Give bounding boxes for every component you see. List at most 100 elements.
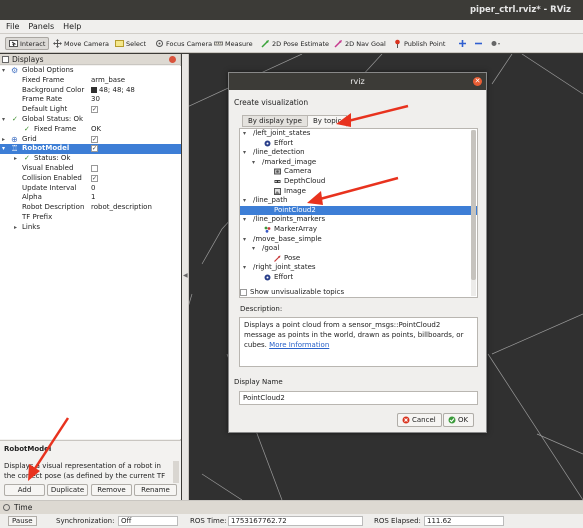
collapse-arrow-icon[interactable]: ▾ [252,158,255,168]
tab-by-topic[interactable]: By topic [307,115,348,127]
tree-row-fixed-frame[interactable]: Fixed Frame arm_base [0,76,181,86]
collapse-arrow-icon[interactable]: ▾ [243,129,246,139]
topic-row-goal[interactable]: ▾ /goal [240,244,477,254]
fixed-frame-value[interactable]: arm_base [91,76,125,86]
cancel-button[interactable]: Cancel [397,413,442,427]
robot-model-checkbox[interactable]: ✓ [91,145,98,153]
pause-button[interactable]: Pause [8,516,37,526]
default-light-checkbox[interactable]: ✓ [91,106,98,114]
tree-row-default-light[interactable]: Default Light ✓ [0,105,181,115]
topic-row-pose[interactable]: Pose [240,254,477,264]
scrollbar-thumb[interactable] [471,130,476,280]
more-information-link[interactable]: More Information [269,341,329,349]
collapse-arrow-icon[interactable]: ▾ [2,66,5,76]
tree-row-links[interactable]: ▸ Links [0,223,181,233]
show-unvisualizable-checkbox[interactable] [240,289,247,296]
topic-row-line-detection[interactable]: ▾ /line_detection [240,148,477,158]
topic-row-markerarray[interactable]: MarkerArray [240,225,477,235]
description-text: Displays a visual representation of a ro… [4,462,166,480]
grid-checkbox[interactable]: ✓ [91,135,98,143]
tree-row-background-color[interactable]: Background Color 48; 48; 48 [0,86,181,96]
tree-row-tf-prefix[interactable]: TF Prefix [0,213,181,223]
tree-row-alpha[interactable]: Alpha 1 [0,193,181,203]
ok-button[interactable]: OK [443,413,475,427]
time-controls: Pause Synchronization: Off ROS Time: 175… [0,514,583,528]
expand-arrow-icon[interactable]: ▸ [14,223,17,233]
topic-row-depthcloud[interactable]: DepthCloud [240,177,477,187]
description-label: Description: [240,305,283,313]
ros-elapsed-field: 111.62 [424,516,504,526]
collapse-arrow-icon[interactable]: ▾ [243,148,246,158]
topic-row-effort-left[interactable]: Effort [240,139,477,149]
close-panel-icon[interactable] [169,56,176,63]
nav-goal-tool-button[interactable]: 2D Nav Goal [334,37,386,50]
update-interval-value[interactable]: 0 [91,184,95,194]
topic-row-line-path[interactable]: ▾ /line_path [240,196,477,206]
status-ok-icon: ✓ [24,124,30,133]
menu-help[interactable]: Help [57,20,84,31]
display-name-input[interactable]: PointCloud2 [239,391,478,405]
topic-row-effort-right[interactable]: Effort [240,273,477,283]
topic-row-line-points-markers[interactable]: ▾ /line_points_markers [240,215,477,225]
topic-row-move-base-simple[interactable]: ▾ /move_base_simple [240,235,477,245]
collapse-arrow-icon[interactable]: ▾ [2,115,5,125]
duplicate-button[interactable]: Duplicate [47,484,88,496]
interact-tool-button[interactable]: Interact [5,37,50,50]
robot-description-value[interactable]: robot_description [91,203,152,213]
cancel-icon [402,416,410,424]
tab-by-display-type[interactable]: By display type [242,115,308,127]
background-color-value[interactable]: 48; 48; 48 [91,86,135,96]
collapse-arrow-icon[interactable]: ▾ [243,235,246,245]
close-icon[interactable]: ✕ [473,77,482,86]
topic-row-marked-image[interactable]: ▾ /marked_image [240,158,477,168]
ros-time-label: ROS Time: [190,517,227,525]
tree-row-fixed-frame-status[interactable]: ✓ Fixed Frame OK [0,125,181,135]
menu-panels[interactable]: Panels [22,20,57,31]
topic-row-left-joint-states[interactable]: ▾ /left_joint_states [240,129,477,139]
tree-row-collision-enabled[interactable]: Collision Enabled ✓ [0,174,181,184]
description-scrollbar[interactable] [173,461,179,483]
expand-arrow-icon[interactable]: ▸ [2,135,5,145]
rename-button[interactable]: Rename [134,484,177,496]
tree-row-grid[interactable]: ▸ ⊕ Grid ✓ [0,135,181,145]
tree-row-global-status[interactable]: ▾ ✓ Global Status: Ok [0,115,181,125]
topic-row-right-joint-states[interactable]: ▾ /right_joint_states [240,263,477,273]
add-tool-button[interactable] [458,37,467,50]
expand-arrow-icon[interactable]: ▸ [14,154,17,164]
panel-splitter[interactable]: ◀ [182,54,189,500]
displays-title: Displays [12,55,44,64]
tree-row-status-ok[interactable]: ▸ ✓ Status: Ok [0,154,181,164]
add-button[interactable]: Add [4,484,45,496]
move-camera-tool-button[interactable]: Move Camera [53,37,109,50]
tree-row-update-interval[interactable]: Update Interval 0 [0,184,181,194]
publish-point-tool-button[interactable]: Publish Point [393,37,445,50]
topic-row-camera[interactable]: Camera [240,167,477,177]
collapse-arrow-icon[interactable]: ▾ [243,196,246,206]
select-tool-button[interactable]: Select [115,37,146,50]
collapse-arrow-icon[interactable]: ▾ [252,244,255,254]
remove-tool-button[interactable] [474,37,483,50]
tool-options-button[interactable] [490,37,501,50]
tree-row-global-options[interactable]: ▾ ⚙ Global Options [0,66,181,76]
tree-row-robot-model[interactable]: ▾ ♖ RobotModel ✓ [0,144,181,155]
topic-row-pointcloud2[interactable]: PointCloud2 [240,205,477,216]
tree-row-frame-rate[interactable]: Frame Rate 30 [0,95,181,105]
frame-rate-value[interactable]: 30 [91,95,100,105]
tree-row-robot-description[interactable]: Robot Description robot_description [0,203,181,213]
collapse-arrow-icon[interactable]: ▾ [2,144,5,154]
time-title: Time [14,503,33,512]
alpha-value[interactable]: 1 [91,193,95,203]
collision-enabled-checkbox[interactable]: ✓ [91,174,98,182]
collapse-arrow-icon[interactable]: ▾ [243,215,246,225]
menu-file[interactable]: File [0,20,22,31]
topic-tree-scrollbar[interactable] [471,130,476,296]
sync-select[interactable]: Off [118,516,178,526]
collapse-arrow-icon[interactable]: ▾ [243,263,246,273]
measure-tool-button[interactable]: Measure [214,37,253,50]
visual-enabled-checkbox[interactable] [91,164,98,172]
topic-row-image[interactable]: Image [240,187,477,197]
tree-row-visual-enabled[interactable]: Visual Enabled [0,164,181,174]
pose-estimate-tool-button[interactable]: 2D Pose Estimate [261,37,329,50]
remove-button[interactable]: Remove [91,484,132,496]
focus-camera-tool-button[interactable]: Focus Camera [155,37,212,50]
